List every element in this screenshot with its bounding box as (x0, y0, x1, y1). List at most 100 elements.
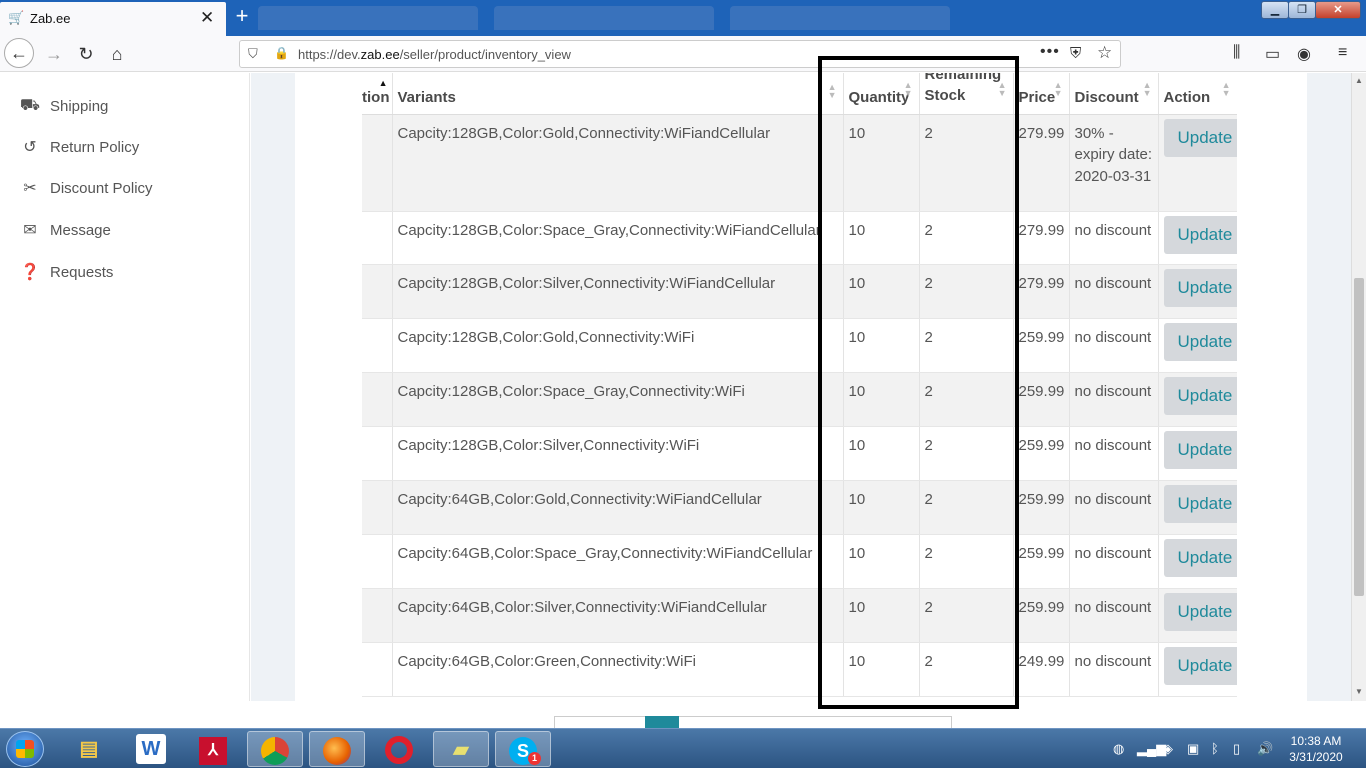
inventory-table: tion ▲ Variants ▲ ▼ Quantity ▲ ▼ Remaining Sto… (362, 73, 1238, 697)
update-button[interactable]: Update (1163, 118, 1236, 157)
sidebar-toggle-icon[interactable]: ▭ (1265, 44, 1280, 64)
windows-taskbar: ▤ W ⅄ ▰ S1 ◍ ▂▄▆ ◈ ▣ ᛒ ▯ 🔊 10:38 AM 3/31… (0, 728, 1366, 768)
start-button[interactable] (6, 731, 44, 767)
library-icon[interactable]: ⫼ (1233, 44, 1240, 62)
background-tab[interactable] (730, 6, 950, 30)
table-row: Capcity:64GB,Color:Space_Gray,Connectivi… (362, 534, 1238, 589)
discount-cell: 30% - expiry date: 2020-03-31 (1069, 114, 1159, 212)
tray-app-icon[interactable]: ◈ (1163, 741, 1173, 757)
action-cell: Update (1158, 264, 1238, 319)
price-cell: 279.99 (1013, 264, 1070, 319)
background-tab[interactable] (494, 6, 714, 30)
url-prefix: https://dev. (298, 47, 361, 62)
update-button[interactable]: Update (1163, 646, 1236, 685)
url-path: /seller/product/inventory_view (399, 47, 571, 62)
back-button[interactable]: ← (4, 38, 34, 68)
scroll-down-icon[interactable]: ▼ (1355, 687, 1363, 696)
sidebar-item-return-policy[interactable]: ↺ Return Policy (18, 135, 139, 159)
browser-toolbar: ← → ↻ ⌂ ⛉ 🔒 https://dev.zab.ee/seller/pr… (0, 36, 1366, 72)
minimize-button[interactable]: ▁ (1261, 1, 1289, 19)
update-button[interactable]: Update (1163, 268, 1236, 307)
table-row: Capcity:128GB,Color:Space_Gray,Connectiv… (362, 211, 1238, 265)
battery-icon[interactable]: ▯ (1233, 741, 1240, 757)
price-cell: 259.99 (1013, 588, 1070, 643)
firefox-taskbar-icon[interactable] (309, 731, 365, 767)
table-row: Capcity:128GB,Color:Silver,Connectivity:… (362, 426, 1238, 481)
price-cell: 259.99 (1013, 318, 1070, 373)
table-row: Capcity:128GB,Color:Space_Gray,Connectiv… (362, 372, 1238, 427)
bookmark-star-icon[interactable]: ☆ (1097, 43, 1112, 63)
question-circle-icon: ❓ (20, 264, 40, 281)
tray-monitor-icon[interactable]: ▣ (1187, 741, 1199, 757)
tab-zabee[interactable]: 🛒 Zab.ee ✕ (0, 2, 226, 36)
discount-cell: no discount (1069, 588, 1159, 643)
main-content: tion ▲ Variants ▲ ▼ Quantity ▲ ▼ Remaining Sto… (251, 73, 1351, 701)
close-window-button[interactable]: ✕ (1315, 1, 1361, 19)
scroll-up-icon[interactable]: ▲ (1355, 76, 1363, 85)
price-cell: 259.99 (1013, 480, 1070, 535)
update-button[interactable]: Update (1163, 376, 1236, 415)
update-button[interactable]: Update (1163, 215, 1236, 254)
sidebar-item-label: Requests (50, 263, 114, 281)
sidebar-item-message[interactable]: ✉ Message (18, 218, 111, 242)
pocket-icon[interactable]: ⛨ (1070, 45, 1081, 62)
background-tabs (258, 4, 998, 32)
vertical-scrollbar[interactable]: ▲ ▼ (1351, 73, 1366, 701)
bluetooth-icon[interactable]: ᛒ (1211, 741, 1219, 756)
update-button[interactable]: Update (1163, 430, 1236, 469)
background-tab[interactable] (258, 6, 478, 30)
column-header-price[interactable]: Price ▲ ▼ (1013, 73, 1070, 115)
update-button[interactable]: Update (1163, 592, 1236, 631)
new-tab-button[interactable]: + (231, 4, 253, 28)
sidebar-item-label: Shipping (50, 97, 109, 115)
close-tab-icon[interactable]: ✕ (200, 8, 214, 28)
update-button[interactable]: Update (1163, 484, 1236, 523)
skype-taskbar-icon[interactable]: S1 (495, 731, 551, 767)
word-taskbar-icon[interactable]: W (136, 734, 166, 764)
column-header-variants[interactable]: Variants ▲ ▼ (392, 73, 844, 115)
maximize-button[interactable]: ❐ (1288, 1, 1316, 19)
lock-icon[interactable]: 🔒 (274, 46, 289, 60)
discount-cell: no discount (1069, 372, 1159, 427)
header-label: Action (1163, 88, 1211, 106)
column-header-tion[interactable]: tion ▲ (362, 73, 393, 115)
column-header-discount[interactable]: Discount ▲ ▼ (1069, 73, 1159, 115)
signal-bars-icon[interactable]: ▂▄▆ (1137, 741, 1166, 757)
sidebar-item-shipping[interactable]: ⛟ Shipping (18, 94, 108, 118)
acrobat-taskbar-icon[interactable]: ⅄ (185, 731, 241, 767)
system-clock[interactable]: 10:38 AM 3/31/2020 (1284, 733, 1348, 765)
table-header-row: tion ▲ Variants ▲ ▼ Quantity ▲ ▼ Remaining Sto… (362, 73, 1238, 115)
header-label: tion (362, 88, 390, 106)
price-cell: 249.99 (1013, 642, 1070, 697)
reload-button[interactable]: ↻ (72, 40, 100, 68)
page-actions-icon[interactable]: ••• (1040, 43, 1060, 61)
chrome-taskbar-icon[interactable] (247, 731, 303, 767)
sidebar-item-requests[interactable]: ❓ Requests (18, 260, 113, 284)
sidebar-item-discount-policy[interactable]: ✂ Discount Policy (18, 176, 152, 200)
url-text[interactable]: https://dev.zab.ee/seller/product/invent… (298, 47, 571, 62)
table-row: Capcity:64GB,Color:Gold,Connectivity:WiF… (362, 480, 1238, 535)
update-button[interactable]: Update (1163, 322, 1236, 361)
network-status-icon[interactable]: ◍ (1113, 741, 1124, 757)
action-cell: Update (1158, 318, 1238, 373)
table-row: Capcity:128GB,Color:Gold,Connectivity:Wi… (362, 114, 1238, 212)
forward-button[interactable]: → (40, 40, 68, 68)
account-icon[interactable]: ◉ (1297, 44, 1311, 64)
update-button[interactable]: Update (1163, 538, 1236, 577)
row-cell-truncated (362, 318, 393, 373)
row-cell-truncated (362, 534, 393, 589)
price-cell: 279.99 (1013, 114, 1070, 212)
shield-icon[interactable]: ⛉ (248, 46, 258, 62)
action-cell: Update (1158, 426, 1238, 481)
row-cell-truncated (362, 211, 393, 265)
volume-icon[interactable]: 🔊 (1257, 741, 1273, 757)
variant-cell: Capcity:64GB,Color:Silver,Connectivity:W… (392, 588, 844, 643)
file-explorer-taskbar-icon[interactable]: ▤ (61, 731, 117, 767)
sticky-notes-taskbar-icon[interactable]: ▰ (433, 731, 489, 767)
menu-icon[interactable]: ≡ (1338, 44, 1347, 62)
row-cell-truncated (362, 588, 393, 643)
scrollbar-thumb[interactable] (1354, 278, 1364, 596)
browser-tab-strip: 🛒 Zab.ee ✕ + ▁ ❐ ✕ (0, 0, 1366, 36)
opera-taskbar-icon[interactable] (371, 731, 427, 767)
home-button[interactable]: ⌂ (103, 40, 131, 68)
